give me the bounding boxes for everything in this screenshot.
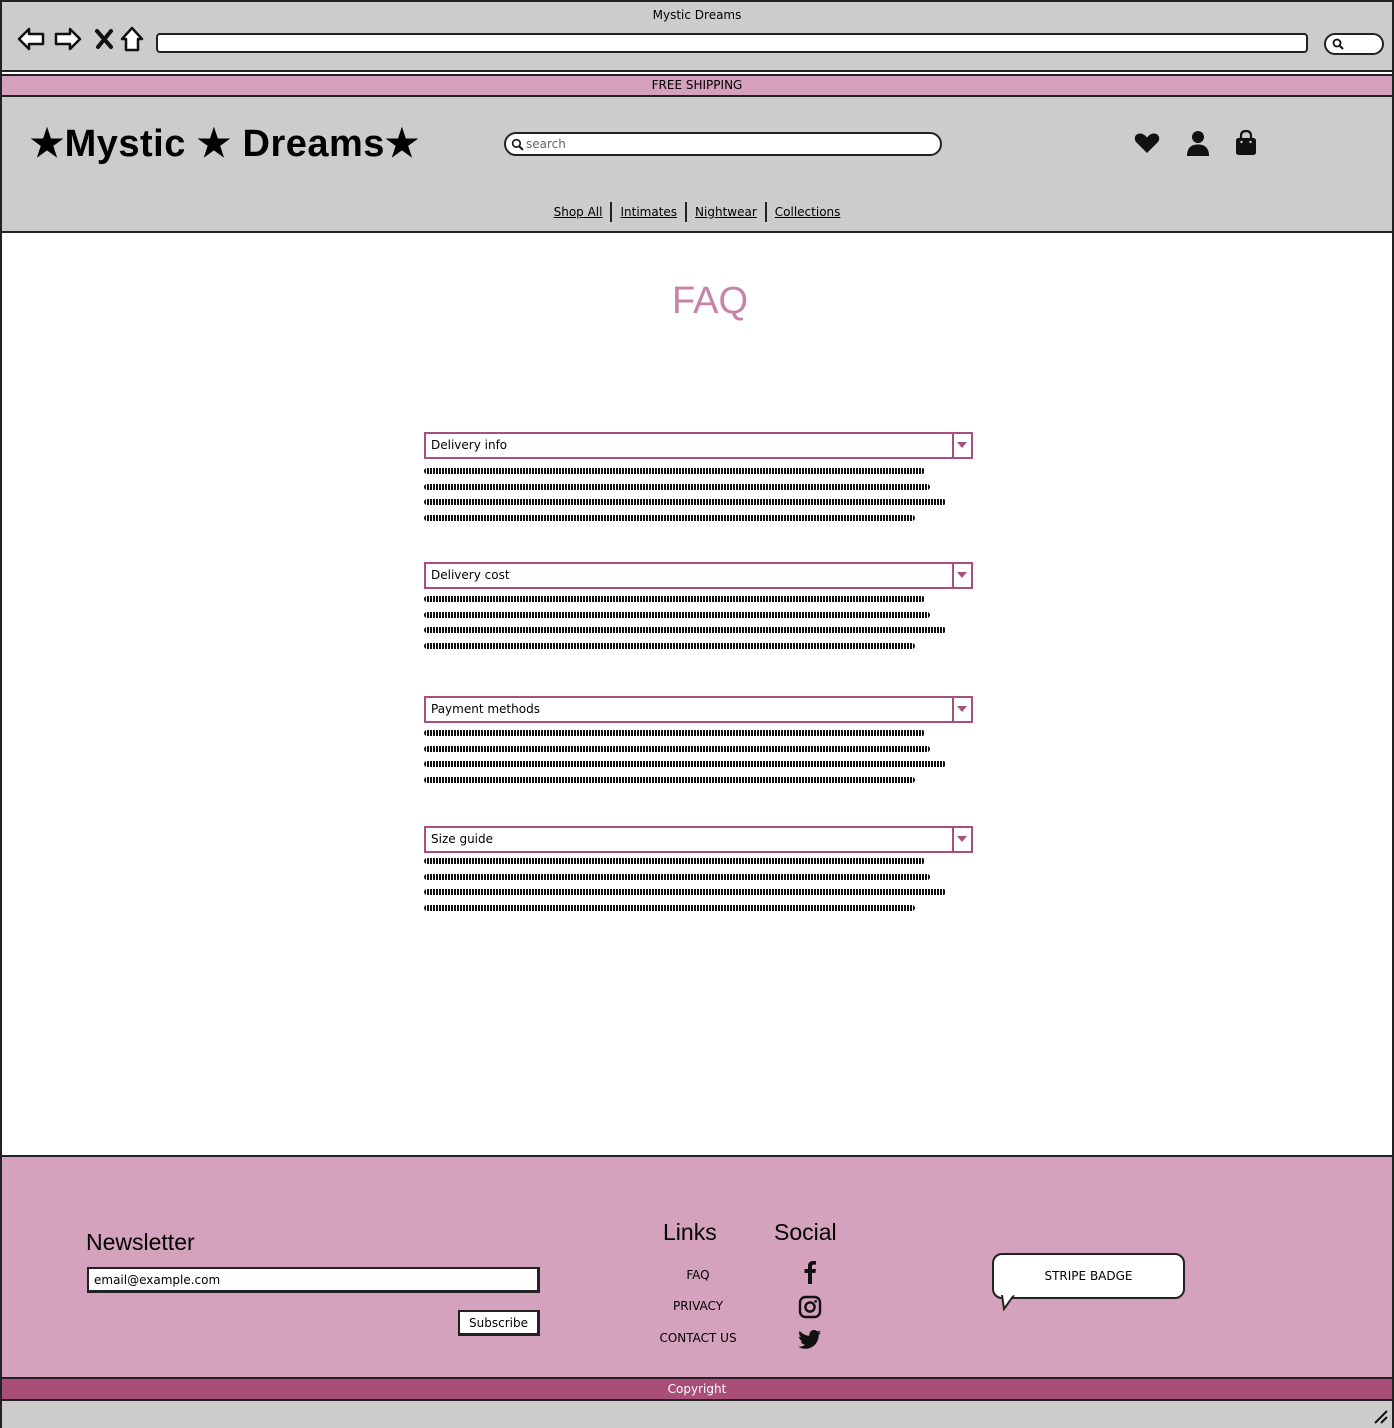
- faq-item-payment-methods: Payment methods: [424, 696, 974, 783]
- free-shipping-banner: FREE SHIPPING: [2, 74, 1392, 97]
- site-header: ★Mystic ★ Dreams★ Shop All Intimates Nig…: [2, 97, 1392, 233]
- footer-link-privacy[interactable]: PRIVACY: [628, 1299, 768, 1313]
- faq-question-header[interactable]: Delivery info: [424, 432, 973, 459]
- newsletter-email-field[interactable]: [87, 1267, 540, 1293]
- home-icon[interactable]: [117, 24, 147, 54]
- user-icon[interactable]: [1184, 129, 1212, 157]
- browser-status-bar: [2, 1401, 1392, 1428]
- stripe-badge: STRIPE BADGE: [992, 1253, 1185, 1299]
- faq-item-size-guide: Size guide: [424, 826, 974, 911]
- faq-question-label: Size guide: [431, 832, 494, 846]
- faq-question-header[interactable]: Size guide: [424, 826, 973, 853]
- twitter-icon[interactable]: [797, 1326, 823, 1352]
- search-input[interactable]: [526, 136, 926, 152]
- main-navigation: Shop All Intimates Nightwear Collections: [2, 202, 1392, 222]
- back-icon[interactable]: [16, 24, 46, 54]
- chevron-down-icon[interactable]: [952, 698, 971, 721]
- browser-search-field[interactable]: [1324, 33, 1384, 55]
- speech-bubble-tail: [1001, 1295, 1015, 1311]
- search-icon: [1332, 38, 1344, 50]
- footer-link-faq[interactable]: FAQ: [628, 1268, 768, 1282]
- resize-grip-icon[interactable]: [1372, 1408, 1388, 1424]
- nav-nightwear[interactable]: Nightwear: [687, 205, 765, 219]
- address-bar[interactable]: [156, 33, 1308, 53]
- site-search[interactable]: [504, 132, 942, 156]
- chevron-down-icon[interactable]: [952, 434, 971, 457]
- faq-item-delivery-info: Delivery info: [424, 432, 974, 521]
- newsletter-title: Newsletter: [86, 1229, 195, 1255]
- nav-shop-all[interactable]: Shop All: [546, 205, 611, 219]
- browser-toolbar: Mystic Dreams: [2, 2, 1392, 72]
- faq-question-header[interactable]: Delivery cost: [424, 562, 973, 589]
- forward-icon[interactable]: [53, 24, 83, 54]
- faq-answer-placeholder-text: [424, 468, 946, 530]
- copyright-bar: Copyright: [2, 1377, 1392, 1401]
- faq-item-delivery-cost: Delivery cost: [424, 562, 974, 649]
- faq-answer-placeholder-text: [424, 596, 946, 658]
- footer-link-contact-us[interactable]: CONTACT US: [628, 1331, 768, 1345]
- faq-question-label: Delivery cost: [431, 568, 510, 582]
- faq-question-label: Delivery info: [431, 438, 508, 452]
- faq-answer-placeholder-text: [424, 730, 946, 792]
- close-icon[interactable]: [90, 24, 120, 54]
- nav-collections[interactable]: Collections: [767, 205, 849, 219]
- chevron-down-icon[interactable]: [952, 828, 971, 851]
- window-title: Mystic Dreams: [652, 8, 742, 22]
- site-footer: Newsletter Subscribe Links FAQ PRIVACY C…: [2, 1155, 1392, 1377]
- search-icon: [511, 138, 524, 151]
- heart-icon[interactable]: [1133, 129, 1161, 157]
- links-title: Links: [663, 1219, 717, 1245]
- instagram-icon[interactable]: [797, 1294, 823, 1320]
- social-title: Social: [774, 1219, 837, 1245]
- site-logo[interactable]: ★Mystic ★ Dreams★: [30, 121, 420, 166]
- faq-question-label: Payment methods: [431, 702, 540, 716]
- subscribe-button[interactable]: Subscribe: [458, 1310, 540, 1336]
- shopping-bag-icon[interactable]: [1232, 129, 1260, 157]
- chevron-down-icon[interactable]: [952, 564, 971, 587]
- facebook-icon[interactable]: [797, 1259, 823, 1285]
- faq-answer-placeholder-text: [424, 858, 946, 920]
- nav-intimates[interactable]: Intimates: [612, 205, 685, 219]
- page-title: FAQ: [671, 280, 749, 322]
- browser-window: Mystic Dreams FREE SHIPPING ★Mystic ★ Dr…: [0, 0, 1394, 1428]
- faq-question-header[interactable]: Payment methods: [424, 696, 973, 723]
